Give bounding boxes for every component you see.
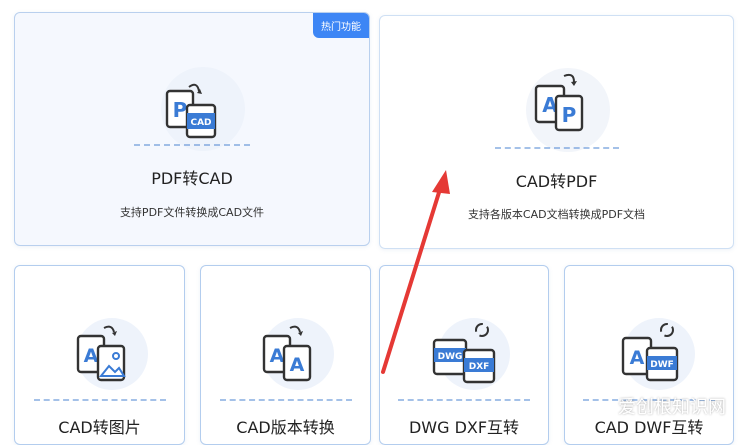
icon-label-dwf: DWF [650, 360, 674, 370]
card-title: DWG DXF互转 [408, 418, 520, 437]
hot-feature-badge: 热门功能 [313, 13, 369, 38]
icon-letter-a: A [630, 347, 645, 369]
divider [33, 399, 166, 401]
cad-to-image-icon: A [75, 318, 148, 390]
divider [494, 147, 619, 149]
icon-letter-a: A [269, 345, 284, 367]
card-cad-to-pdf[interactable]: A P CAD转PDF 支持各版本CAD文档转换成PDF文档 [379, 15, 734, 249]
card-title: CAD转PDF [515, 172, 598, 191]
card-cad-to-image[interactable]: A CAD转图片 [14, 265, 185, 445]
icon-letter-p: P [561, 103, 576, 127]
icon-letter-cad: CAD [190, 118, 211, 128]
card-dwg-dxf-convert[interactable]: DWG DXF DWG DXF互转 [379, 265, 549, 445]
icon-letter-a: A [83, 345, 98, 367]
card-description: 支持各版本CAD文档转换成PDF文档 [467, 208, 646, 221]
pdf-to-cad-icon: P CAD [161, 67, 245, 151]
dwg-dxf-icon: DWG DXF [432, 318, 510, 390]
icon-label-dwg: DWG [438, 352, 463, 362]
cad-to-pdf-icon: A P [525, 68, 610, 152]
icon-letter-a: A [289, 354, 304, 376]
cad-version-icon: A A [261, 318, 334, 390]
card-title: CAD版本转换 [236, 418, 335, 437]
divider [134, 144, 250, 146]
divider [398, 399, 530, 401]
card-title: PDF转CAD [151, 169, 233, 188]
divider [219, 399, 352, 401]
icon-label-dxf: DXF [469, 362, 490, 372]
icon-letter-p: P [173, 98, 188, 122]
card-title: CAD转图片 [58, 418, 141, 437]
cad-dwf-icon: A DWF [621, 318, 695, 390]
watermark: 爱创根知识网 [618, 397, 726, 418]
card-cad-version-convert[interactable]: A A CAD版本转换 [200, 265, 371, 445]
card-pdf-to-cad[interactable]: 热门功能 P CAD PDF转CAD 支持PDF文件转换成CAD文件 [14, 12, 370, 246]
card-description: 支持PDF文件转换成CAD文件 [119, 206, 265, 219]
